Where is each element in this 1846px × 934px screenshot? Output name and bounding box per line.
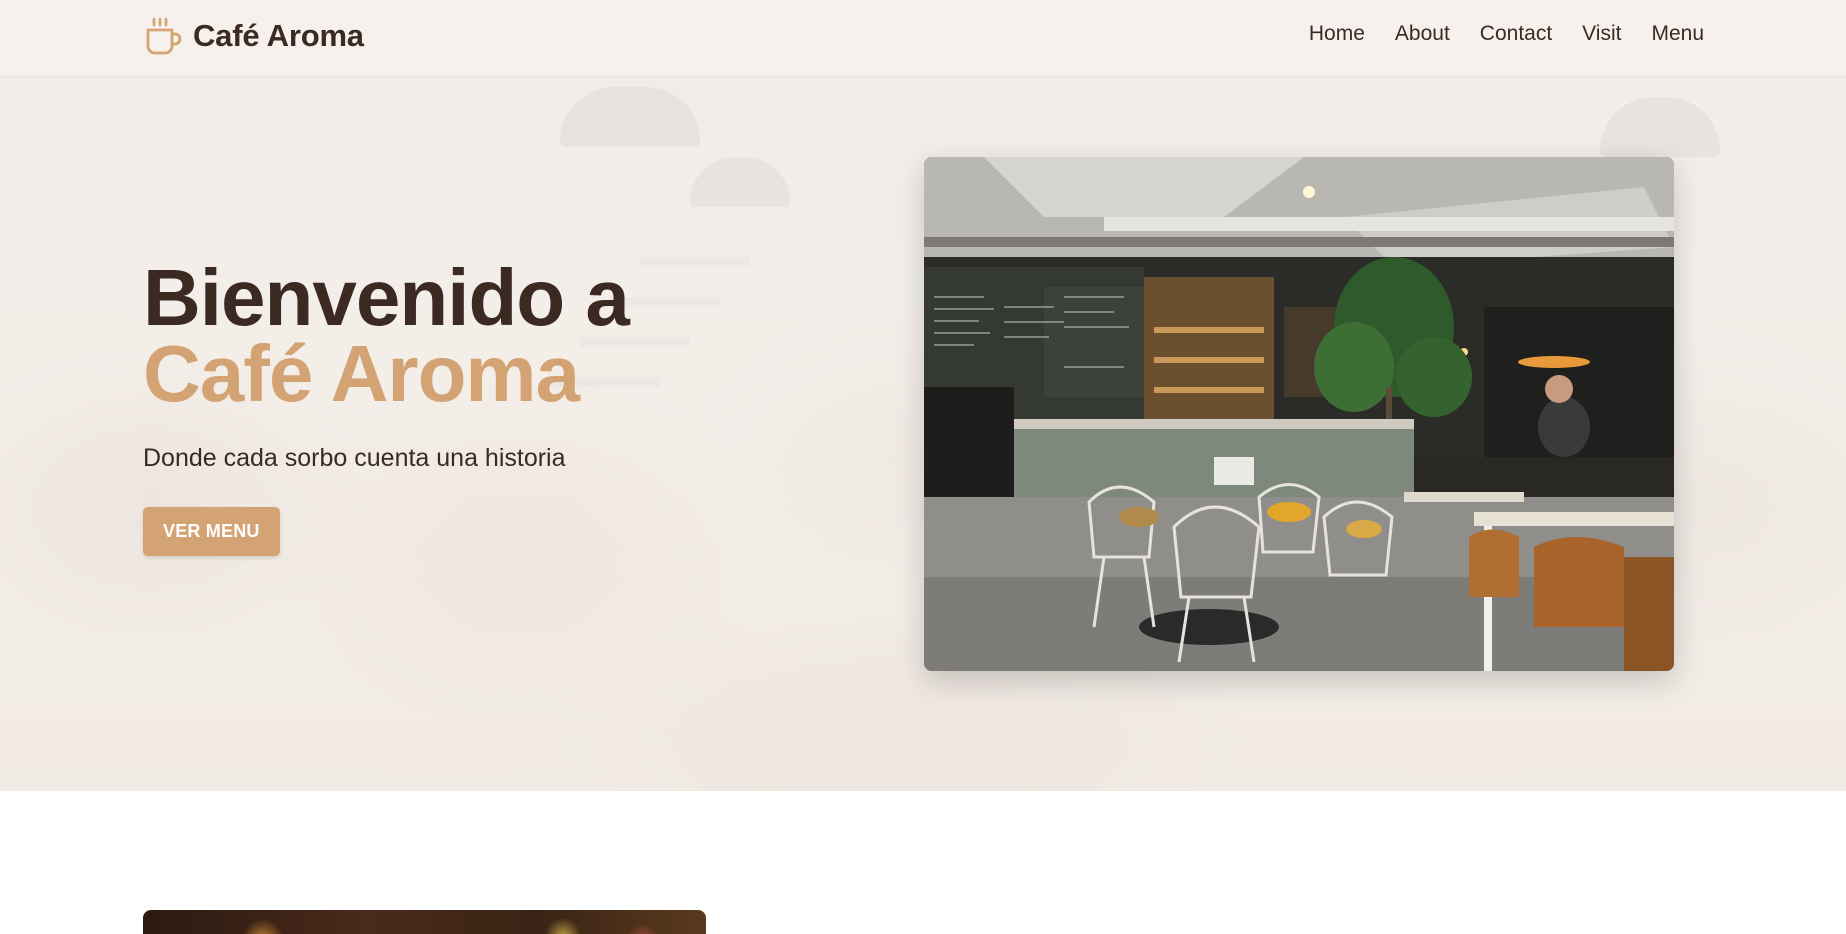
- content-section: [0, 791, 1846, 934]
- nav-contact[interactable]: Contact: [1480, 22, 1552, 46]
- nav-visit[interactable]: Visit: [1582, 22, 1621, 46]
- hero-subtitle: Donde cada sorbo cuenta una historia: [143, 444, 566, 472]
- coffee-image: [143, 910, 706, 934]
- cafe-interior-photo: [924, 157, 1674, 671]
- hero-title-line2: Café Aroma: [143, 329, 580, 418]
- hero-section: Bienvenido a Café Aroma Donde cada sorbo…: [0, 77, 1846, 791]
- nav-about[interactable]: About: [1395, 22, 1450, 46]
- brand-name: Café Aroma: [193, 18, 364, 53]
- nav-home[interactable]: Home: [1309, 22, 1365, 46]
- ver-menu-button[interactable]: VER MENU: [143, 507, 280, 556]
- hero-title: Bienvenido a Café Aroma: [143, 258, 630, 418]
- hero-text: Bienvenido a Café Aroma Donde cada sorbo…: [143, 258, 630, 556]
- nav-menu[interactable]: Menu: [1651, 22, 1704, 46]
- coffee-cup-icon: [145, 16, 183, 56]
- main-nav: Home About Contact Visit Menu: [1309, 22, 1704, 46]
- site-header: Café Aroma Home About Contact Visit Menu: [0, 0, 1846, 77]
- brand-logo[interactable]: Café Aroma: [145, 16, 364, 56]
